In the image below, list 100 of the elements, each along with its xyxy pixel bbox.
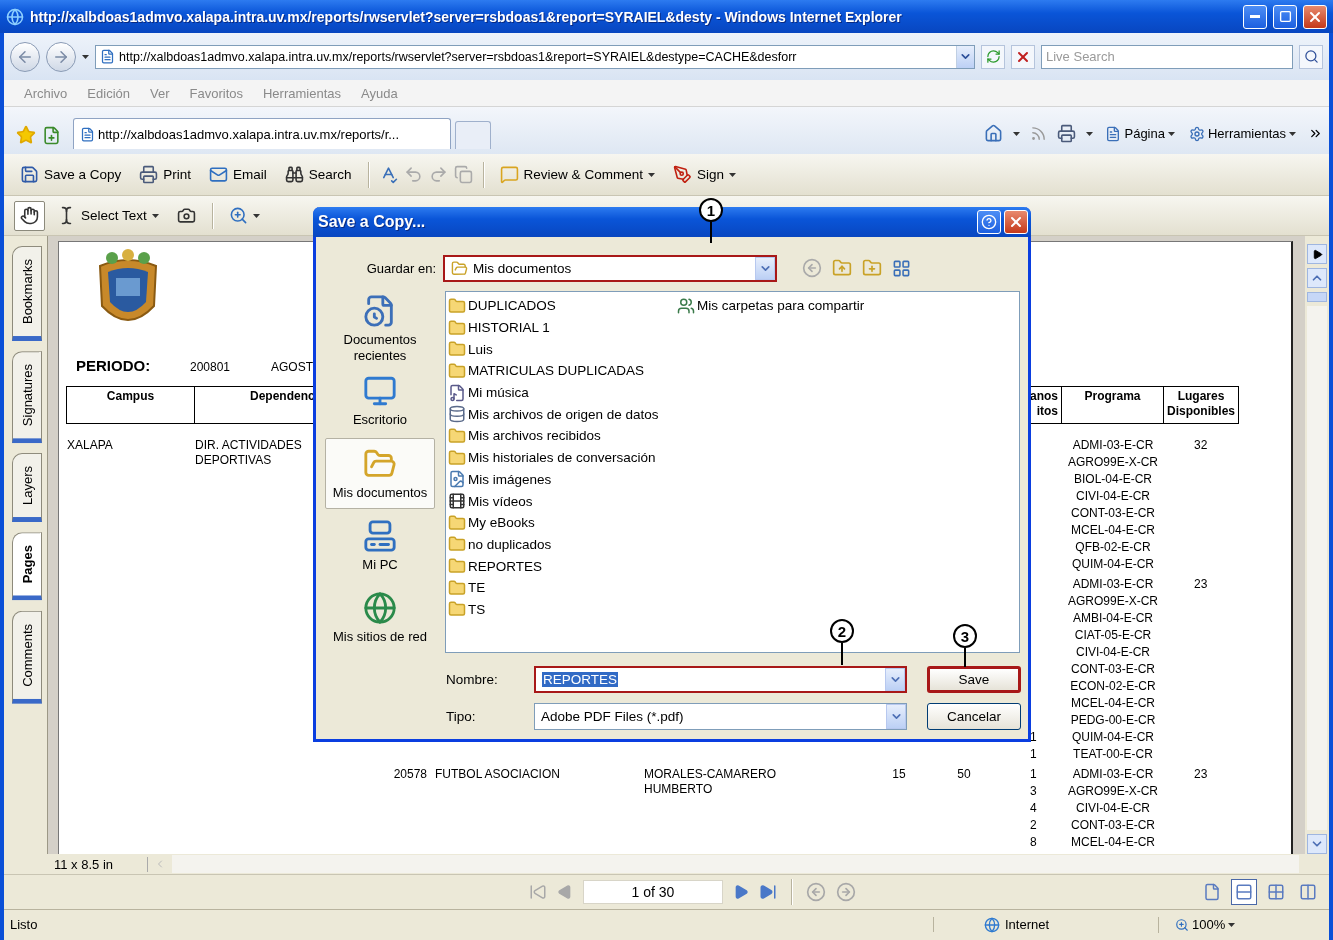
printer-icon [139,165,159,184]
file-name-field[interactable]: REPORTES [534,666,907,693]
page-number-field[interactable]: 1 of 30 [583,880,723,904]
undo-icon[interactable] [403,165,423,184]
computer-icon [363,518,397,553]
cancel-button[interactable]: Cancelar [927,703,1021,730]
select-button[interactable]: Select Text [51,200,165,231]
browser-tab[interactable]: http://xalbdoas1admvo.xalapa.intra.uv.mx/reports/r... [73,118,451,149]
panel-tab[interactable]: Signatures [12,351,42,444]
review-button[interactable]: Review & Comment [493,159,661,190]
dropdown-button[interactable] [755,256,775,280]
forward-button[interactable] [46,41,76,72]
file-item[interactable]: TS [448,598,677,621]
feed-icon[interactable] [1030,125,1048,142]
page-icon [80,126,95,142]
window-title: http://xalbdoas1admvo.xalapa.intra.uv.mx/reports/rwservlet?server=rsbdoas1&report=SYRAIEL&desty - Windows Internet Explorer [30,8,903,25]
file-item[interactable]: Mis vídeos [448,490,677,512]
back-view-icon[interactable] [806,882,826,902]
back-icon[interactable] [802,258,822,278]
save-button[interactable]: Save [927,666,1021,693]
panel-tab[interactable]: Pages [12,532,42,601]
back-button[interactable] [10,41,40,72]
scroll-down-button[interactable] [1307,834,1327,854]
folder-icon [448,600,466,619]
search-button[interactable] [1299,44,1323,69]
up-folder-icon[interactable] [832,258,852,278]
table-cell-text: XALAPA [67,437,114,453]
printer-icon[interactable] [1057,124,1077,143]
file-item[interactable]: no duplicados [448,533,677,556]
place-item[interactable]: Mis documentos [325,438,435,509]
view-menu-icon[interactable] [892,258,911,278]
save-in-label: Guardar en: [365,260,436,276]
panel-tab[interactable]: Bookmarks [12,246,42,342]
file-item[interactable]: MATRICULAS DUPLICADAS [448,360,677,382]
page-menu-button[interactable]: Página [1103,125,1177,142]
address-dropdown-button[interactable] [956,45,974,68]
view-mode-button[interactable] [1231,879,1257,905]
zoom-level-button[interactable]: 100% [1169,916,1242,933]
email-button[interactable]: Email [203,159,273,190]
sign-button[interactable]: Sign [666,159,742,190]
maximize-button[interactable] [1273,4,1297,29]
place-item[interactable]: Documentos recientes [325,293,435,365]
close-button[interactable] [1303,4,1327,29]
print-button[interactable]: Print [133,159,198,190]
hand-button[interactable] [14,200,45,231]
file-item[interactable]: My eBooks [448,511,677,534]
search-field[interactable]: Live Search [1041,44,1293,69]
next-page-icon[interactable] [733,884,749,900]
last-page-icon[interactable] [759,883,777,901]
tools-menu-button[interactable]: Herramientas [1186,125,1298,142]
redo-icon[interactable] [428,165,448,184]
column-header: Programa [1061,386,1164,425]
favorites-star-icon[interactable] [16,125,36,145]
dropdown-button[interactable] [885,668,905,691]
file-type-dropdown[interactable]: Adobe PDF Files (*.pdf) [534,703,907,730]
save-button[interactable]: Save a Copy [14,159,128,190]
status-text: Listo [4,917,934,932]
folder-icon [448,448,466,467]
help-button[interactable] [977,210,1001,234]
first-page-icon[interactable] [529,883,547,901]
copy-icon[interactable] [453,165,473,184]
close-button[interactable] [1004,210,1028,234]
new-tab-button[interactable] [455,121,491,149]
table-cell-text: ECON-02-E-CR [1069,678,1157,693]
caret-icon [1013,131,1021,136]
file-item[interactable]: Mis archivos de origen de datos [448,403,677,426]
file-item[interactable]: Mis imágenes [448,468,677,491]
file-type-label: Tipo: [446,709,477,724]
file-item[interactable]: Mis archivos recibidos [448,425,677,447]
new-folder-icon[interactable] [862,258,882,278]
file-item[interactable]: Mis historiales de conversación [448,446,677,469]
home-icon[interactable] [984,124,1004,143]
table-cell-text: MCEL-04-E-CR [1070,695,1156,710]
minimize-button[interactable] [1243,4,1267,29]
refresh-button[interactable] [981,44,1005,69]
caret-icon [1289,131,1296,136]
add-favorite-icon[interactable] [42,125,61,145]
file-item[interactable]: TE [448,576,677,599]
place-item[interactable]: Mis sitios de red [325,582,435,653]
file-item[interactable]: Mis carpetas para compartir [677,295,906,317]
place-item[interactable]: Mi PC [325,510,435,581]
scrollbar-thumb[interactable] [1307,292,1327,302]
table-cell-text: CIVI-04-E-CR [1075,644,1151,659]
file-item[interactable]: HISTORIAL 1 [448,316,677,339]
save-in-dropdown[interactable]: Mis documentos [443,254,777,282]
file-item[interactable]: REPORTES [448,555,677,577]
options-button[interactable] [1307,244,1327,264]
table-cell-text: ADMI-03-E-CR [1071,576,1155,591]
address-field[interactable]: http://xalbdoas1admvo.xalapa.intra.uv.mx/reports/rwservlet?server=rsbdoas1&report=SYRAIEL&destype=CACHE&desforr [95,44,975,69]
panel-tab[interactable]: Layers [12,453,42,523]
search-button[interactable]: Search [278,159,358,190]
file-item[interactable]: DUPLICADOS [448,295,677,317]
file-item[interactable]: Luis [448,338,677,361]
previous-page-icon[interactable] [557,884,573,900]
binoculars-icon [284,165,304,184]
forward-view-icon[interactable] [836,882,856,902]
stop-button[interactable] [1011,44,1035,69]
panel-tab[interactable]: Comments [12,610,42,704]
dropdown-button[interactable] [886,704,906,729]
scroll-up-button[interactable] [1307,268,1327,288]
